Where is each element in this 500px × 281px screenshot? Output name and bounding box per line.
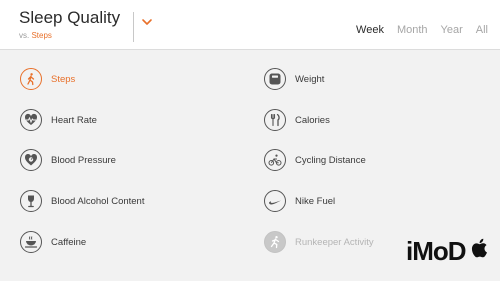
metric-calories[interactable]: Calories [264, 107, 330, 133]
header-divider [133, 12, 134, 42]
imod-watermark: iMoD [406, 236, 492, 267]
metric-label: Steps [51, 73, 76, 85]
tab-all[interactable]: All [476, 24, 488, 36]
time-range-tabs: Week Month Year All [356, 24, 488, 36]
metric-blood-alcohol[interactable]: Blood Alcohol Content [20, 188, 144, 214]
runner-icon [264, 231, 286, 253]
metric-weight[interactable]: Weight [264, 66, 324, 92]
metric-label: Nike Fuel [295, 195, 336, 207]
vs-metric: Steps [31, 31, 52, 40]
metric-steps[interactable]: Steps [20, 66, 75, 92]
fork-knife-icon [264, 109, 286, 131]
metric-label: Caffeine [51, 236, 87, 248]
metric-heart-rate[interactable]: Heart Rate [20, 107, 97, 133]
heart-pressure-icon [20, 149, 42, 171]
nike-swoosh-icon [264, 190, 286, 212]
metric-label: Runkeeper Activity [295, 236, 374, 248]
tab-month[interactable]: Month [397, 24, 428, 36]
page-title: Sleep Quality [19, 8, 121, 27]
metric-cycling-distance[interactable]: Cycling Distance [264, 147, 366, 173]
vs-prefix: vs. [19, 31, 30, 40]
coffee-cup-icon [20, 231, 42, 253]
metric-label: Heart Rate [51, 114, 97, 126]
metric-label: Weight [295, 73, 325, 85]
heart-pulse-icon [20, 109, 42, 131]
metric-nike-fuel[interactable]: Nike Fuel [264, 188, 335, 214]
walking-person-icon [20, 68, 42, 90]
comparison-subtitle: vs. Steps [19, 31, 52, 40]
scale-icon [264, 68, 286, 90]
cyclist-icon [264, 149, 286, 171]
metric-label: Blood Pressure [51, 154, 116, 166]
metric-label: Blood Alcohol Content [51, 195, 145, 207]
tab-week[interactable]: Week [356, 24, 384, 36]
metric-blood-pressure[interactable]: Blood Pressure [20, 147, 116, 173]
metric-label: Calories [295, 114, 330, 126]
metric-runkeeper-activity[interactable]: Runkeeper Activity [264, 229, 374, 255]
wine-glass-icon [20, 190, 42, 212]
tab-year[interactable]: Year [441, 24, 463, 36]
chevron-down-icon[interactable] [140, 15, 154, 29]
watermark-text: iMoD [406, 236, 467, 266]
metric-caffeine[interactable]: Caffeine [20, 229, 86, 255]
metric-label: Cycling Distance [295, 154, 366, 166]
header: Sleep Quality vs. Steps Week Month Year … [0, 0, 500, 50]
apple-logo-icon [471, 238, 487, 258]
